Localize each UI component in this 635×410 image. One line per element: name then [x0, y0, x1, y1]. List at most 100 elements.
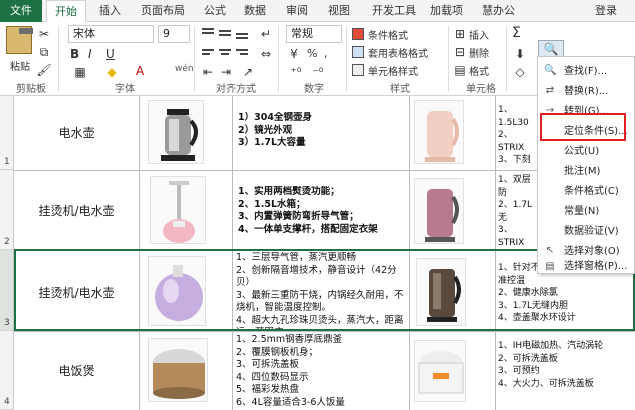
menu-item-comments[interactable]: 批注(M) — [538, 161, 635, 182]
styles-group-label: 样式 — [390, 84, 410, 95]
insert-cells-icon[interactable]: ⊞ — [452, 26, 468, 42]
format-button[interactable]: 格式 — [469, 63, 489, 78]
autosum-button[interactable]: Σ — [512, 25, 521, 41]
align-bottom-icon[interactable] — [236, 33, 248, 35]
phonetic-button[interactable]: wén — [175, 64, 194, 74]
gridline — [14, 331, 635, 332]
row-header-3[interactable]: 3 — [0, 250, 14, 331]
delete-button[interactable]: 删除 — [469, 45, 489, 60]
tab-file[interactable]: 文件 — [0, 0, 42, 22]
menu-item-find[interactable]: 🔍 查找(F)... — [538, 61, 635, 82]
fill-icon[interactable]: ⬇ — [512, 46, 528, 62]
percent-button[interactable]: % — [307, 47, 317, 60]
align-left-icon[interactable] — [202, 49, 214, 51]
fill-color-icon[interactable]: ◆ — [104, 64, 120, 80]
product-spec[interactable]: 1、1.5L30 2、STRIX 3、下刻王 4、不锈钢 — [498, 104, 538, 166]
tab-page-layout[interactable]: 页面布局 — [141, 0, 185, 22]
wrap-text-icon[interactable]: ↵ — [258, 26, 274, 42]
product-desc[interactable]: 1）304全钢壶身 2）镜光外观 3）1.7L大容量 — [238, 112, 406, 168]
menu-item-conditional-format[interactable]: 条件格式(C) — [538, 181, 635, 202]
product-name[interactable]: 挂烫机/电水壶 — [14, 202, 139, 219]
cell-style-icon[interactable] — [352, 64, 364, 76]
paste-icon[interactable] — [6, 26, 33, 54]
clear-icon[interactable]: ◇ — [512, 64, 528, 80]
table-format-icon[interactable] — [352, 46, 364, 58]
tab-developer[interactable]: 开发工具 — [372, 0, 416, 22]
row-header-4[interactable]: 4 — [0, 331, 14, 410]
indent-decrease-icon[interactable]: ⇤ — [200, 64, 216, 80]
separator — [506, 26, 507, 92]
align-center-icon[interactable] — [219, 49, 231, 51]
product-spec[interactable]: 1、双层防 2、1.7L无 3、STRIX 4、不锈钢 5、食品级 6、上盖一 — [498, 174, 538, 248]
find-select-menu: 🔍 查找(F)... ⇄ 替换(R)... → 转到(G)... 定位条件(S)...… — [537, 56, 635, 274]
rice-cooker-image — [148, 338, 208, 402]
menu-item-selection-pane[interactable]: ▤ 选择窗格(P)... — [538, 259, 635, 275]
product-desc[interactable]: 1、2.5mm钢香厚底鼎釜 2、覆膜钢板机身； 3、可拆洗盖板 4、四位数码显示… — [236, 334, 408, 410]
menu-item-formulas[interactable]: 公式(U) — [538, 141, 635, 162]
copy-icon[interactable]: ⧉ — [36, 44, 52, 60]
cell-style-button[interactable]: 单元格样式 — [368, 63, 418, 78]
indent-increase-icon[interactable]: ⇥ — [218, 64, 234, 80]
insert-button[interactable]: 插入 — [469, 27, 489, 42]
font-name-select[interactable]: 宋体 — [68, 25, 154, 43]
clipboard-group-label: 剪贴板 — [16, 84, 46, 95]
product-spec[interactable]: 1、IH电磁加热、汽动涡轮 2、可拆洗盖板 3、可预约 4、大火力、可拆洗盖板 — [498, 340, 632, 406]
font-size-select[interactable]: 9 — [158, 25, 190, 43]
orientation-icon[interactable]: ↗ — [240, 64, 256, 80]
tab-huibangong[interactable]: 慧办公 — [482, 0, 515, 22]
conditional-format-button[interactable]: 条件格式 — [368, 27, 408, 42]
tab-data[interactable]: 数据 — [244, 0, 266, 22]
row-header-1[interactable]: 1 — [0, 96, 14, 170]
kettle-image — [414, 178, 464, 244]
tab-addins[interactable]: 加载项 — [430, 0, 463, 22]
align-top-icon[interactable] — [202, 28, 214, 30]
paste-label[interactable]: 粘贴 — [10, 58, 30, 73]
rice-cooker-image — [414, 340, 466, 402]
align-middle-icon[interactable] — [219, 30, 231, 32]
bold-button[interactable]: B — [70, 47, 79, 61]
tab-insert[interactable]: 插入 — [99, 0, 121, 22]
table-format-button[interactable]: 套用表格格式 — [368, 45, 428, 60]
comma-button[interactable]: , — [324, 47, 328, 60]
tab-home[interactable]: 开始 — [46, 0, 86, 23]
pane-icon: ▤ — [545, 261, 555, 272]
product-name[interactable]: 电水壶 — [14, 124, 139, 141]
separator — [194, 26, 195, 92]
cursor-icon: ↖ — [545, 245, 555, 256]
format-painter-icon[interactable]: 🖌 — [36, 62, 52, 78]
align-right-icon[interactable] — [236, 49, 248, 51]
separator — [278, 26, 279, 92]
separator — [448, 26, 449, 92]
replace-icon: ⇄ — [545, 85, 555, 96]
cells-group-label: 单元格 — [466, 84, 496, 95]
row-header-2[interactable]: 2 — [0, 170, 14, 250]
tab-view[interactable]: 视图 — [328, 0, 350, 22]
alignment-group-label: 对齐方式 — [216, 84, 256, 95]
conditional-format-icon[interactable] — [352, 28, 364, 40]
separator — [58, 26, 59, 92]
tab-review[interactable]: 审阅 — [286, 0, 308, 22]
ribbon-tabs: 文件 开始 插入 页面布局 公式 数据 审阅 视图 开发工具 加载项 慧办公 登… — [0, 0, 635, 23]
merge-center-icon[interactable]: ⇔ — [258, 46, 274, 62]
underline-button[interactable]: U — [106, 47, 115, 61]
format-cells-icon[interactable]: ▤ — [452, 62, 468, 78]
menu-item-constants[interactable]: 常量(N) — [538, 201, 635, 222]
tab-formulas[interactable]: 公式 — [204, 0, 226, 22]
decrease-decimal-icon[interactable]: ⁻⁰ — [310, 64, 326, 80]
italic-button[interactable]: I — [88, 47, 92, 61]
product-name[interactable]: 电饭煲 — [14, 362, 139, 379]
product-desc[interactable]: 1、实用两档熨烫功能； 2、1.5L水箱； 3、内置弹簧防弯折导气管； 4、一体… — [238, 186, 406, 246]
kettle-image — [148, 100, 204, 164]
garment-steamer-image — [150, 176, 206, 244]
currency-icon[interactable]: ¥ — [286, 46, 302, 62]
increase-decimal-icon[interactable]: ⁺⁰ — [288, 64, 304, 80]
menu-item-replace[interactable]: ⇄ 替换(R)... — [538, 81, 635, 102]
number-format-select[interactable]: 常规 — [286, 25, 342, 43]
delete-cells-icon[interactable]: ⊟ — [452, 44, 468, 60]
highlight-box — [540, 113, 626, 141]
border-icon[interactable]: ▦ — [72, 64, 88, 80]
login-link[interactable]: 登录 — [595, 0, 617, 22]
menu-item-data-validation[interactable]: 数据验证(V) — [538, 221, 635, 242]
cut-icon[interactable]: ✂ — [36, 26, 52, 42]
font-color-button[interactable]: A — [136, 64, 144, 78]
